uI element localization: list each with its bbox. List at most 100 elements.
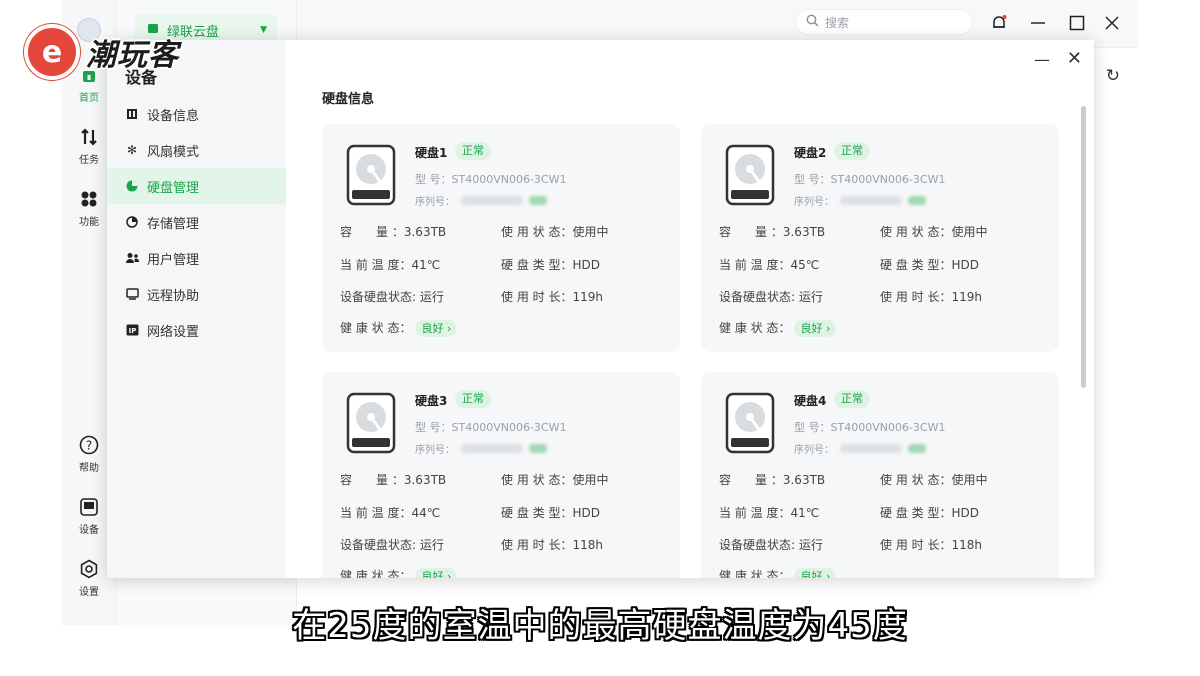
- video-subtitle: 在25度的室温中的最高硬盘温度为45度: [292, 606, 908, 646]
- capacity-label: 容 量: [340, 473, 389, 487]
- menu-item-remote-assist[interactable]: 远程协助: [107, 276, 286, 312]
- menu-item-network[interactable]: IP 网络设置: [107, 312, 286, 348]
- serial-label: 序列号：: [415, 445, 455, 456]
- capacity-row: 容 量 ：3.63TB: [719, 223, 825, 240]
- duration-label: 使 用 时 长：: [880, 290, 952, 304]
- rail-label: 首页: [79, 93, 99, 104]
- health-badge[interactable]: 良好 ›: [794, 320, 837, 337]
- search-input[interactable]: 搜索: [795, 9, 973, 35]
- type-row: 硬 盘 类 型：HDD: [501, 256, 600, 273]
- state-value: 运行: [798, 290, 823, 304]
- menu-label: 风扇模式: [147, 144, 200, 160]
- remote-icon: [125, 287, 139, 301]
- disk-serial: 序列号：: [794, 193, 926, 208]
- health-badge[interactable]: 良好 ›: [415, 568, 458, 578]
- network-icon: IP: [125, 323, 139, 337]
- disk-card: 硬盘1 正常 型 号：ST4000VN006-3CW1 序列号： 容 量 ：3.…: [322, 124, 680, 352]
- temperature-label: 当 前 温 度：: [719, 258, 791, 272]
- copy-redacted: [529, 444, 547, 453]
- watermark-logo: e 潮玩客: [24, 24, 179, 80]
- chevron-down-icon: ▼: [260, 25, 267, 35]
- disk-name: 硬盘4: [794, 394, 827, 408]
- usage-row: 使 用 状 态：使用中: [880, 223, 987, 240]
- temperature-row: 当 前 温 度：41℃: [719, 504, 819, 521]
- serial-redacted: [840, 444, 902, 453]
- temperature-value: 44℃: [411, 506, 441, 520]
- rail-label: 设置: [79, 587, 99, 598]
- minimize-icon[interactable]: [1027, 12, 1049, 34]
- health-label: 健 康 状 态：: [340, 321, 412, 335]
- section-title: 硬盘信息: [322, 92, 375, 107]
- capacity-value: 3.63TB: [782, 225, 826, 239]
- model-label: 型 号：: [794, 173, 831, 186]
- info-icon: [125, 107, 139, 121]
- capacity-value: 3.63TB: [782, 473, 826, 487]
- duration-row: 使 用 时 长：119h: [880, 288, 982, 305]
- type-value: HDD: [951, 506, 979, 520]
- capacity-value: 3.63TB: [403, 225, 447, 239]
- disk-model: 型 号：ST4000VN006-3CW1: [794, 419, 945, 435]
- model-value: ST4000VN006-3CW1: [830, 421, 946, 434]
- temperature-label: 当 前 温 度：: [340, 258, 412, 272]
- model-label: 型 号：: [415, 421, 452, 434]
- duration-row: 使 用 时 长：118h: [880, 536, 982, 553]
- usage-value: 使用中: [572, 225, 609, 239]
- temperature-row: 当 前 温 度：44℃: [340, 504, 440, 521]
- settings-menu: 设备信息 ✻ 风扇模式 硬盘管理 存储管理 用户管理 远程协助 IP 网络设置: [107, 96, 286, 348]
- transfer-icon: [78, 126, 100, 148]
- device-icon: [78, 496, 100, 518]
- model-value: ST4000VN006-3CW1: [830, 173, 946, 186]
- disk-model: 型 号：ST4000VN006-3CW1: [415, 419, 566, 435]
- temperature-row: 当 前 温 度：41℃: [340, 256, 440, 273]
- disk-card: 硬盘3 正常 型 号：ST4000VN006-3CW1 序列号： 容 量 ：3.…: [322, 372, 680, 578]
- duration-label: 使 用 时 长：: [501, 290, 573, 304]
- type-label: 硬 盘 类 型：: [501, 506, 573, 520]
- capacity-row: 容 量 ：3.63TB: [719, 471, 825, 488]
- hard-disk-icon: [346, 144, 396, 206]
- menu-item-users[interactable]: 用户管理: [107, 240, 286, 276]
- close-icon[interactable]: [1101, 12, 1123, 34]
- fan-icon: ✻: [126, 143, 138, 157]
- hard-disk-icon: [346, 392, 396, 454]
- capacity-colon: ：: [391, 225, 404, 239]
- health-badge[interactable]: 良好 ›: [794, 568, 837, 578]
- menu-label: 用户管理: [147, 252, 200, 268]
- maximize-icon[interactable]: [1066, 12, 1088, 34]
- menu-item-disk-management[interactable]: 硬盘管理: [107, 168, 286, 204]
- hard-disk-icon: [725, 144, 775, 206]
- usage-value: 使用中: [951, 473, 988, 487]
- refresh-icon[interactable]: ↻: [1106, 66, 1120, 86]
- type-label: 硬 盘 类 型：: [880, 258, 952, 272]
- dialog-sidebar: 设备 设备信息 ✻ 风扇模式 硬盘管理 存储管理 用户管理 远程协助 IP 网络…: [107, 40, 286, 578]
- copy-redacted: [908, 196, 926, 205]
- state-row: 设备硬盘状态: 运行: [719, 288, 823, 305]
- state-value: 运行: [419, 290, 444, 304]
- disk-card: 硬盘2 正常 型 号：ST4000VN006-3CW1 序列号： 容 量 ：3.…: [701, 124, 1059, 352]
- rail-label: 帮助: [79, 463, 99, 474]
- usage-row: 使 用 状 态：使用中: [501, 471, 608, 488]
- disk-card: 硬盘4 正常 型 号：ST4000VN006-3CW1 序列号： 容 量 ：3.…: [701, 372, 1059, 578]
- state-row: 设备硬盘状态: 运行: [340, 536, 444, 553]
- state-value: 运行: [798, 538, 823, 552]
- health-badge[interactable]: 良好 ›: [415, 320, 458, 337]
- state-label: 设备硬盘状态:: [719, 290, 796, 304]
- type-row: 硬 盘 类 型：HDD: [880, 504, 979, 521]
- svg-text:IP: IP: [128, 327, 136, 335]
- usage-row: 使 用 状 态：使用中: [501, 223, 608, 240]
- logo-text: 潮玩客: [86, 38, 179, 73]
- duration-value: 118h: [572, 538, 603, 552]
- disk-serial: 序列号：: [794, 441, 926, 456]
- menu-label: 存储管理: [147, 216, 200, 232]
- duration-value: 119h: [951, 290, 982, 304]
- bell-icon[interactable]: [988, 12, 1010, 34]
- usage-label: 使 用 状 态：: [880, 225, 952, 239]
- usage-value: 使用中: [572, 473, 609, 487]
- type-value: HDD: [572, 258, 600, 272]
- menu-item-device-info[interactable]: 设备信息: [107, 96, 286, 132]
- scrollbar[interactable]: [1081, 106, 1086, 388]
- disk-model: 型 号：ST4000VN006-3CW1: [794, 171, 945, 187]
- menu-item-fan-mode[interactable]: ✻ 风扇模式: [107, 132, 286, 168]
- capacity-value: 3.63TB: [403, 473, 447, 487]
- menu-item-storage[interactable]: 存储管理: [107, 204, 286, 240]
- rail-label: 任务: [79, 155, 99, 166]
